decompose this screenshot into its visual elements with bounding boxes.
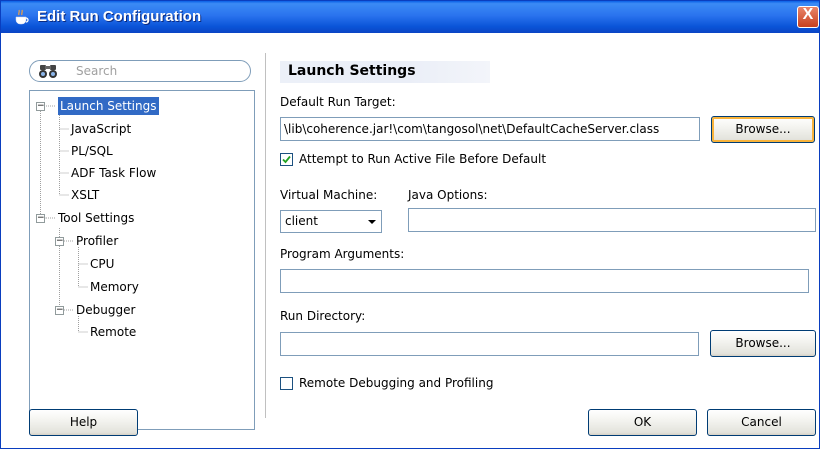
navigation-tree[interactable]: − Launch Settings JavaScript PL/SQL ADF … (29, 90, 255, 430)
run-directory-field[interactable] (280, 332, 699, 356)
chevron-down-icon (368, 220, 376, 224)
help-button[interactable]: Help (29, 409, 138, 436)
search-input[interactable] (76, 63, 236, 79)
program-arguments-label: Program Arguments: (280, 247, 405, 261)
remote-debugging-checkbox[interactable] (280, 377, 293, 390)
binoculars-icon (39, 65, 57, 78)
tree-item-tool-settings[interactable]: Tool Settings (58, 209, 134, 227)
attempt-run-active-label[interactable]: Attempt to Run Active File Before Defaul… (299, 152, 546, 166)
tree-item-profiler[interactable]: Profiler (76, 232, 118, 250)
tree-item-launch-settings[interactable]: Launch Settings (58, 97, 159, 115)
search-box[interactable] (29, 60, 251, 82)
ok-button[interactable]: OK (588, 409, 697, 436)
dialog-window: Edit Run Configuration X Search − Launch… (0, 0, 820, 449)
run-directory-label: Run Directory: (280, 309, 366, 323)
tree-item-adf-task-flow[interactable]: ADF Task Flow (71, 164, 156, 182)
tree-item-debugger[interactable]: Debugger (76, 301, 135, 319)
tree-item-javascript[interactable]: JavaScript (71, 120, 131, 138)
browse-run-directory-button[interactable]: Browse... (710, 330, 816, 357)
panel-heading: Launch Settings (280, 61, 490, 83)
tree-item-plsql[interactable]: PL/SQL (71, 142, 113, 160)
checkmark-icon (282, 155, 291, 164)
collapse-icon[interactable]: − (55, 306, 64, 315)
virtual-machine-select[interactable]: client (280, 210, 382, 233)
panel-title: Launch Settings (288, 63, 416, 79)
tree-item-memory[interactable]: Memory (90, 278, 139, 296)
panel-divider (265, 53, 266, 418)
java-cup-icon (15, 9, 29, 25)
collapse-icon[interactable]: − (36, 214, 45, 223)
program-arguments-field[interactable] (280, 269, 809, 293)
collapse-icon[interactable]: − (55, 237, 64, 246)
default-run-target-field[interactable]: \lib\coherence.jar!\com\tangosol\net\Def… (280, 117, 700, 141)
cancel-button[interactable]: Cancel (707, 409, 816, 436)
tree-item-xslt[interactable]: XSLT (71, 186, 99, 204)
default-run-target-label: Default Run Target: (280, 95, 396, 109)
java-options-label: Java Options: (408, 188, 488, 202)
browse-run-target-button[interactable]: Browse... (711, 116, 815, 143)
virtual-machine-label: Virtual Machine: (280, 188, 378, 202)
window-title: Edit Run Configuration (37, 8, 202, 25)
title-bar[interactable]: Edit Run Configuration X (1, 1, 819, 33)
tree-item-cpu[interactable]: CPU (90, 255, 114, 273)
dialog-client-area: − Launch Settings JavaScript PL/SQL ADF … (1, 33, 819, 448)
close-button[interactable]: X (797, 6, 819, 28)
attempt-run-active-checkbox[interactable] (280, 153, 293, 166)
tree-item-remote[interactable]: Remote (90, 323, 136, 341)
tree-connector-lines (40, 105, 88, 333)
remote-debugging-label[interactable]: Remote Debugging and Profiling (299, 376, 493, 390)
collapse-icon[interactable]: − (36, 102, 45, 111)
virtual-machine-value: client (285, 214, 318, 228)
close-icon: X (802, 6, 814, 23)
java-options-field[interactable] (408, 208, 816, 232)
